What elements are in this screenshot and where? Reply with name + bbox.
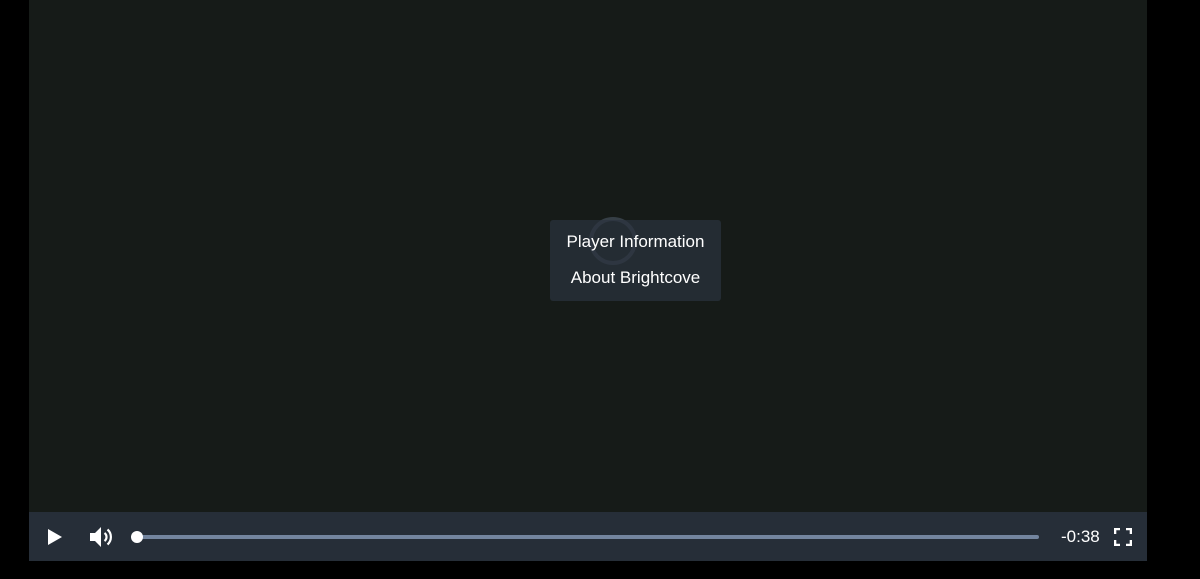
control-bar: -0:38 xyxy=(29,512,1147,561)
play-button[interactable] xyxy=(41,512,69,561)
video-player[interactable]: Player Information About Brightcove -0:3… xyxy=(29,0,1147,561)
progress-handle[interactable] xyxy=(131,531,143,543)
volume-icon xyxy=(90,526,112,547)
volume-button[interactable] xyxy=(87,512,117,561)
progress-bar[interactable] xyxy=(131,531,1039,543)
play-icon xyxy=(48,528,62,545)
remaining-time: -0:38 xyxy=(1061,527,1100,546)
context-menu: Player Information About Brightcove xyxy=(550,220,721,301)
fullscreen-button[interactable] xyxy=(1111,512,1135,561)
menu-item-about-brightcove[interactable]: About Brightcove xyxy=(550,267,721,303)
menu-item-player-information[interactable]: Player Information xyxy=(550,231,721,267)
fullscreen-icon xyxy=(1114,527,1132,546)
